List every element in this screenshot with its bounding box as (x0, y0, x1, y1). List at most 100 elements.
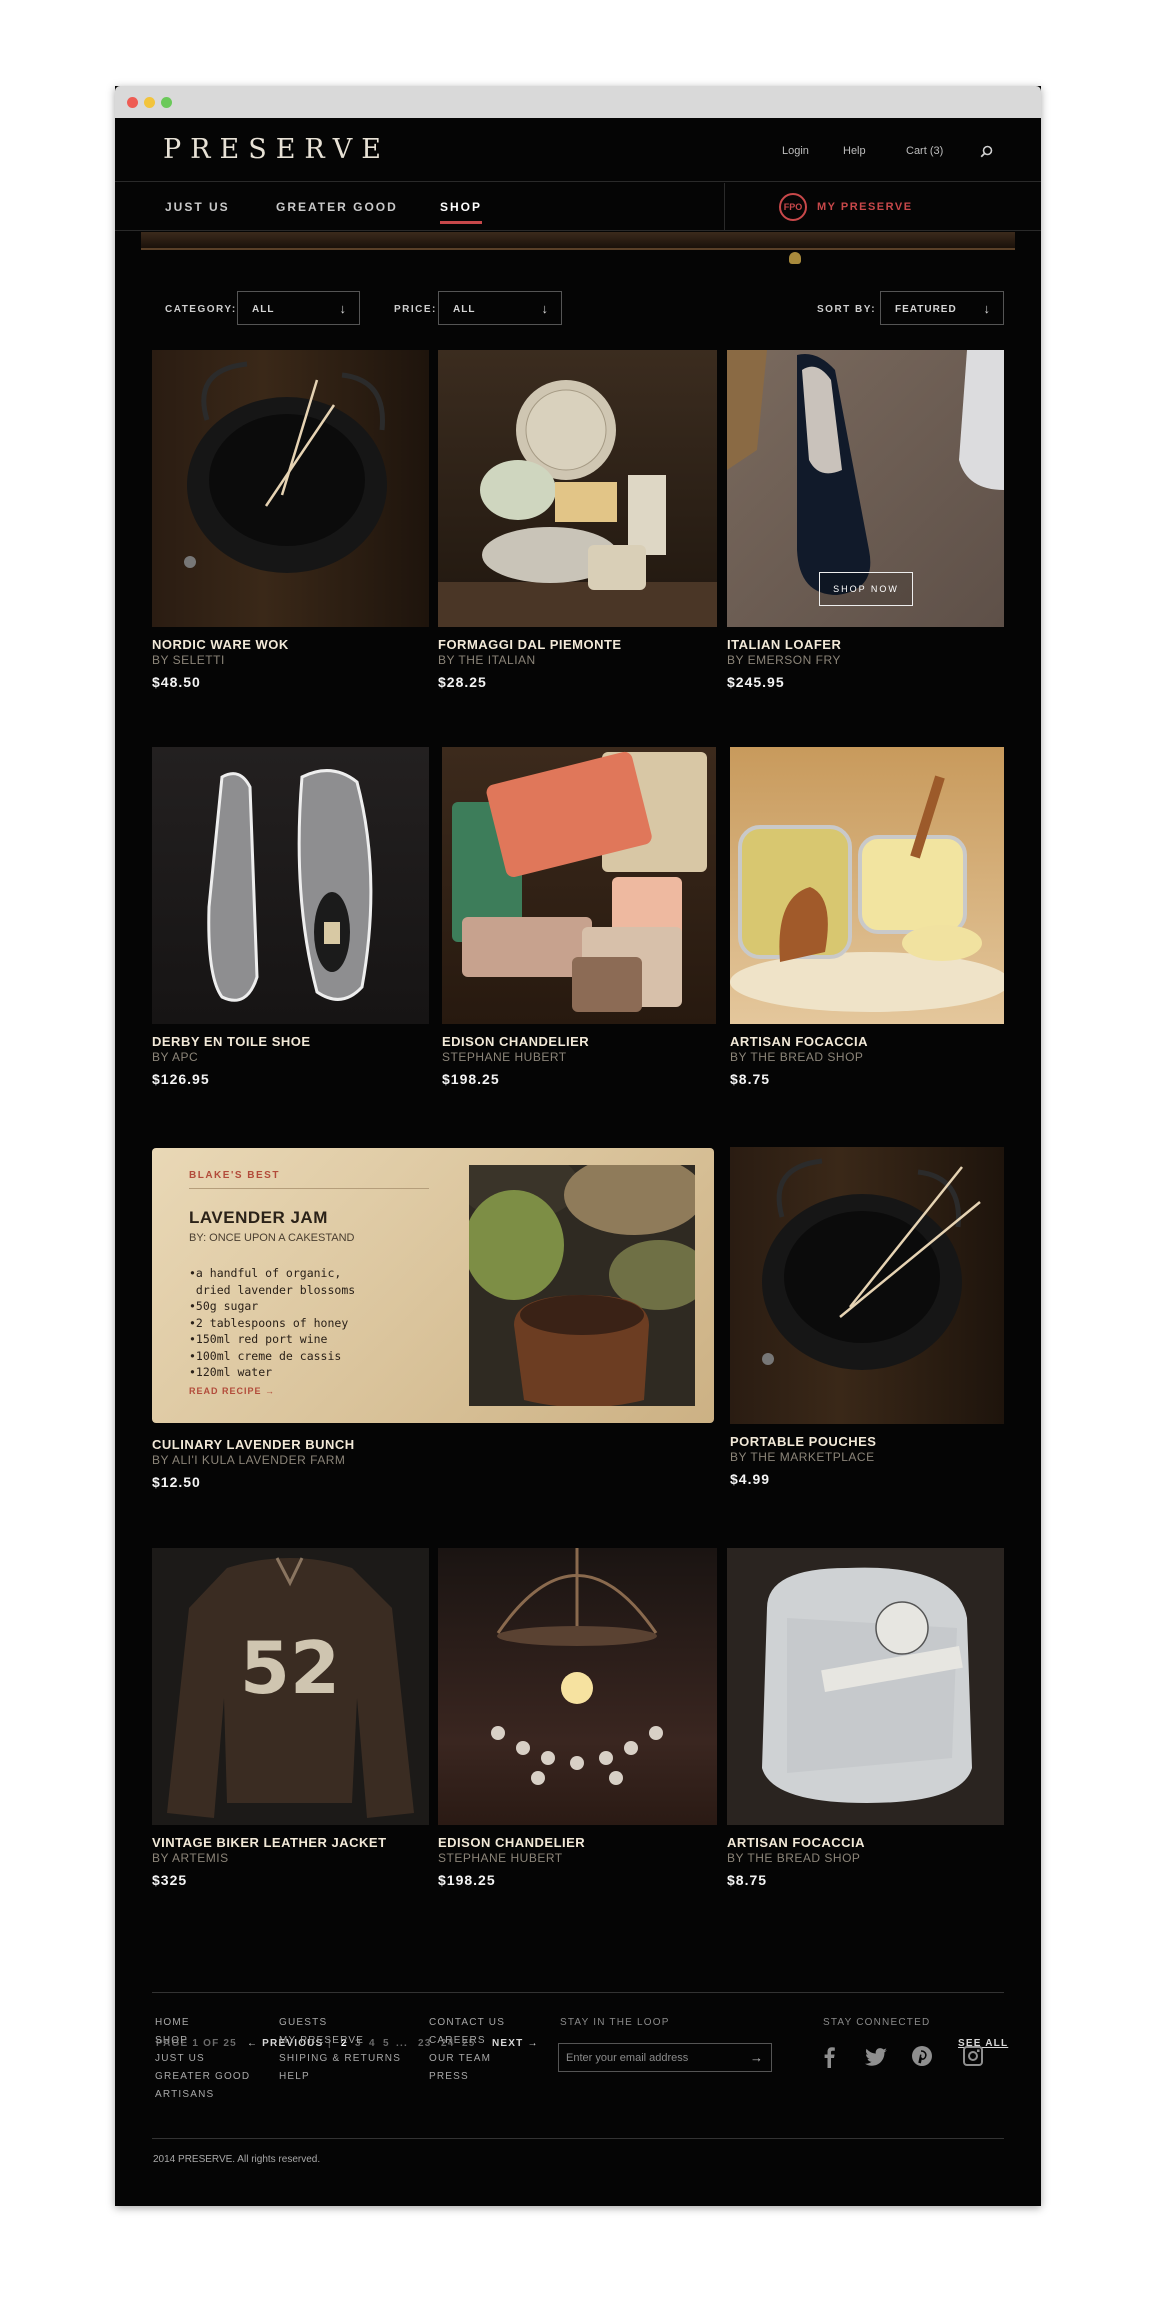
sort-label: SORT BY: (817, 304, 877, 315)
footer-link-shop[interactable]: SHOP (155, 2032, 250, 2050)
product-image-focaccia[interactable] (730, 747, 1004, 1024)
window-chrome (115, 86, 1041, 118)
footer-link-team[interactable]: OUR TEAM (429, 2050, 505, 2068)
category-label: CATEGORY: (165, 304, 237, 315)
recipe-image-olives[interactable] (469, 1165, 695, 1406)
maximize-dot-icon[interactable] (161, 97, 172, 108)
product-card[interactable]: DERBY EN TOILE SHOE BY APC $126.95 (152, 747, 429, 1087)
product-image-chandelier[interactable] (438, 1548, 717, 1825)
logo[interactable]: PRESERVE (163, 134, 390, 165)
product-name[interactable]: VINTAGE BIKER LEATHER JACKET (152, 1835, 429, 1850)
social-heading: STAY CONNECTED (823, 2017, 931, 2028)
footer-bottom-divider (152, 2138, 1004, 2139)
recipe-title: LAVENDER JAM (189, 1208, 328, 1227)
product-card[interactable]: ARTISAN FOCACCIA BY THE BREAD SHOP $8.75 (730, 747, 1004, 1087)
footer-link-guests[interactable]: GUESTS (279, 2014, 401, 2032)
arrow-right-icon[interactable]: → (750, 2050, 763, 2065)
footer-link-home[interactable]: HOME (155, 2014, 250, 2032)
product-name[interactable]: EDISON CHANDELIER (438, 1835, 717, 1850)
product-brand: BY EMERSON FRY (727, 653, 841, 667)
product-card[interactable]: PORTABLE POUCHES BY THE MARKETPLACE $4.9… (730, 1147, 1004, 1487)
email-placeholder: Enter your email address (566, 2052, 689, 2064)
jacket-number: 52 (240, 1626, 340, 1710)
arrow-down-icon: ↓ (339, 301, 347, 316)
footer-link-careers[interactable]: CAREERS (429, 2032, 505, 2050)
product-brand: STEPHANE HUBERT (438, 1851, 563, 1865)
product-brand: BY SELETTI (152, 653, 225, 667)
product-brand: BY THE BREAD SHOP (727, 1851, 861, 1865)
nav-shop[interactable]: SHOP (440, 200, 483, 224)
product-name[interactable]: FORMAGGI DAL PIEMONTE (438, 637, 717, 652)
cart-link[interactable]: Cart (3) (906, 145, 943, 157)
product-name[interactable]: NORDIC WARE WOK (152, 637, 429, 652)
product-image-loafer[interactable]: SHOP NOW (727, 350, 1004, 627)
product-brand: BY APC (152, 1050, 199, 1064)
product-brand: BY THE MARKETPLACE (730, 1450, 875, 1464)
instagram-icon[interactable] (963, 2046, 983, 2066)
footer-link-my-preserve[interactable]: MY PRESERVE (279, 2032, 401, 2050)
product-price: $325 (152, 1872, 188, 1888)
main-nav: JUST US GREATER GOOD SHOP FPO MY PRESERV… (115, 183, 1041, 231)
footer-link-help[interactable]: HELP (279, 2068, 401, 2086)
footer-link-press[interactable]: PRESS (429, 2068, 505, 2086)
footer-link-shipping[interactable]: SHIPING & RETURNS (279, 2050, 401, 2068)
product-name[interactable]: ARTISAN FOCACCIA (727, 1835, 1004, 1850)
recipe-ingredients: •a handful of organic, dried lavender bl… (189, 1266, 356, 1379)
recipe-tag: BLAKE'S BEST (189, 1170, 280, 1181)
help-link[interactable]: Help (843, 145, 866, 157)
product-card[interactable]: EDISON CHANDELIER STEPHANE HUBERT $198.2… (438, 1548, 717, 1888)
search-icon[interactable] (980, 145, 993, 158)
price-select[interactable]: ALL ↓ (438, 291, 562, 325)
facebook-icon[interactable] (821, 2046, 839, 2068)
login-link[interactable]: Login (782, 145, 809, 157)
email-input[interactable]: Enter your email address → (558, 2043, 772, 2072)
product-card[interactable]: SHOP NOW ITALIAN LOAFER BY EMERSON FRY $… (727, 350, 1004, 690)
product-price: $4.99 (730, 1471, 771, 1487)
product-image-soap[interactable] (442, 747, 716, 1024)
shelf-banner (141, 232, 1015, 250)
nav-greater-good[interactable]: GREATER GOOD (276, 200, 398, 214)
footer-link-just-us[interactable]: JUST US (155, 2050, 250, 2068)
product-image-wok[interactable] (152, 350, 429, 627)
nav-just-us[interactable]: JUST US (165, 200, 230, 214)
category-select[interactable]: ALL ↓ (237, 291, 360, 325)
fpo-badge-icon[interactable]: FPO (779, 193, 807, 221)
product-card[interactable]: CULINARY LAVENDER BUNCH BY ALI'I KULA LA… (152, 1437, 714, 1490)
page: PRESERVE Login Help Cart (3) JUST US GRE… (0, 0, 1167, 2299)
product-image-bread[interactable] (727, 1548, 1004, 1825)
product-name[interactable]: PORTABLE POUCHES (730, 1434, 1004, 1449)
footer-link-greater-good[interactable]: GREATER GOOD (155, 2068, 250, 2086)
sort-select[interactable]: FEATURED ↓ (880, 291, 1004, 325)
recipe-card[interactable]: BLAKE'S BEST LAVENDER JAM BY: ONCE UPON … (152, 1148, 714, 1423)
product-card[interactable]: NORDIC WARE WOK BY SELETTI $48.50 (152, 350, 429, 690)
product-card[interactable]: 52 VINTAGE BIKER LEATHER JACKET BY ARTEM… (152, 1548, 429, 1888)
close-dot-icon[interactable] (127, 97, 138, 108)
twitter-icon[interactable] (865, 2048, 887, 2066)
shop-now-button[interactable]: SHOP NOW (819, 572, 913, 606)
product-name[interactable]: CULINARY LAVENDER BUNCH (152, 1437, 714, 1452)
footer-col-site: HOME SHOP JUST US GREATER GOOD ARTISANS (155, 2014, 250, 2104)
product-image-pouches[interactable] (730, 1147, 1004, 1424)
footer-link-artisans[interactable]: ARTISANS (155, 2086, 250, 2104)
pinterest-icon[interactable] (912, 2046, 932, 2066)
product-card[interactable]: FORMAGGI DAL PIEMONTE BY THE ITALIAN $28… (438, 350, 717, 690)
product-name[interactable]: ITALIAN LOAFER (727, 637, 1004, 652)
footer-link-contact[interactable]: CONTACT US (429, 2014, 505, 2032)
product-name[interactable]: DERBY EN TOILE SHOE (152, 1034, 429, 1049)
product-price: $8.75 (730, 1071, 771, 1087)
product-name[interactable]: EDISON CHANDELIER (442, 1034, 716, 1049)
product-price: $12.50 (152, 1474, 201, 1490)
product-price: $198.25 (438, 1872, 496, 1888)
read-recipe-link[interactable]: READ RECIPE → (189, 1386, 275, 1396)
product-card[interactable]: ARTISAN FOCACCIA BY THE BREAD SHOP $8.75 (727, 1548, 1004, 1888)
footer-col-guests: GUESTS MY PRESERVE SHIPING & RETURNS HEL… (279, 2014, 401, 2086)
product-card[interactable]: EDISON CHANDELIER STEPHANE HUBERT $198.2… (442, 747, 716, 1087)
recipe-divider (189, 1188, 429, 1189)
my-preserve-link[interactable]: MY PRESERVE (817, 201, 913, 213)
product-image-shoe[interactable] (152, 747, 429, 1024)
product-price: $198.25 (442, 1071, 500, 1087)
minimize-dot-icon[interactable] (144, 97, 155, 108)
product-name[interactable]: ARTISAN FOCACCIA (730, 1034, 1004, 1049)
product-image-cheese[interactable] (438, 350, 717, 627)
product-image-jacket[interactable]: 52 (152, 1548, 429, 1825)
